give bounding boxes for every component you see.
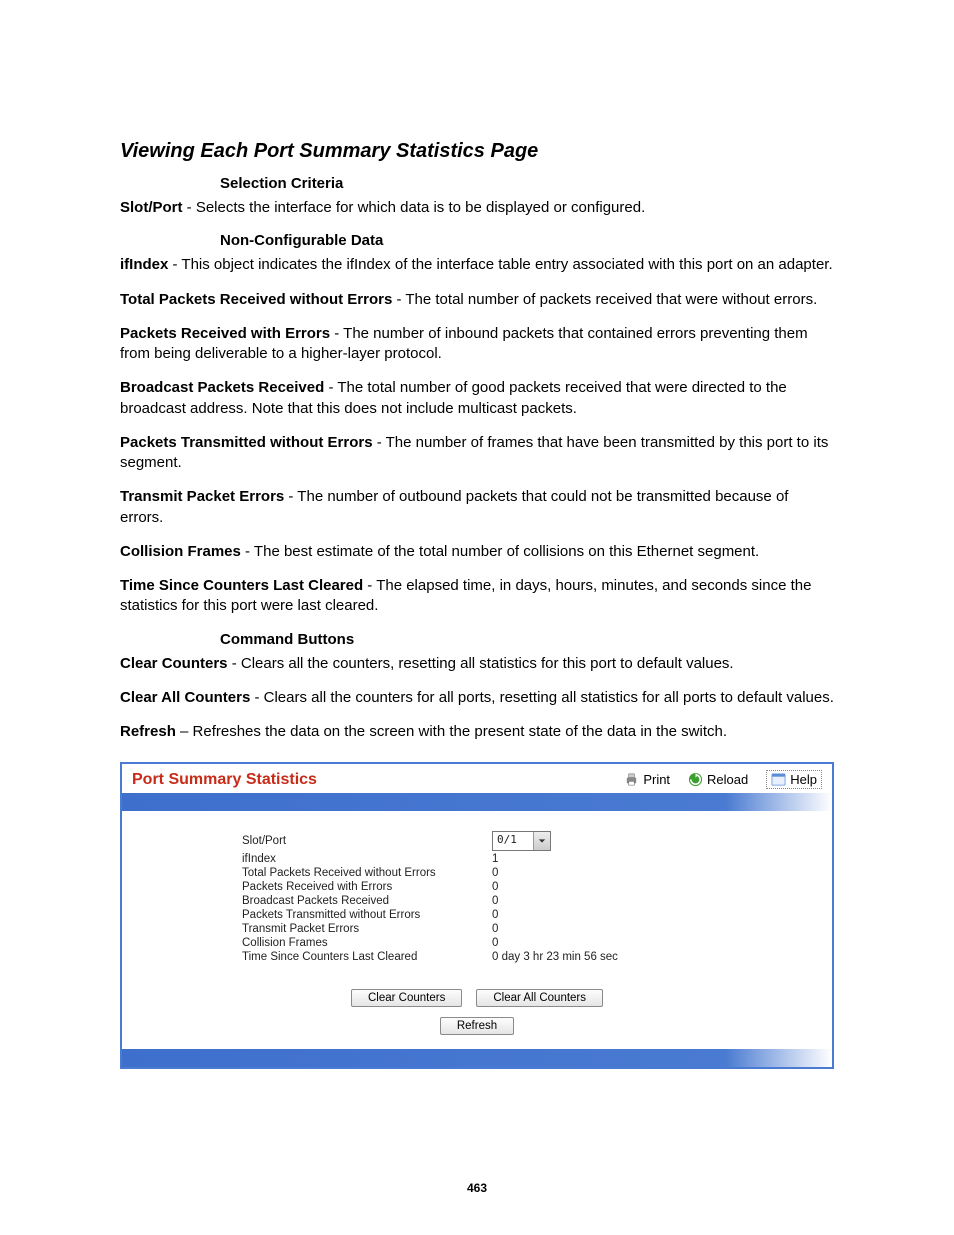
- term: Time Since Counters Last Cleared: [120, 577, 363, 594]
- panel-body: Slot/Port 0/1 ifIndex1Total Packets Rece…: [122, 811, 832, 1049]
- stat-value: 1: [492, 853, 802, 865]
- print-label: Print: [643, 772, 670, 787]
- panel-title: Port Summary Statistics: [132, 771, 624, 789]
- stat-label: Time Since Counters Last Cleared: [152, 951, 492, 963]
- def-tsc: Time Since Counters Last Cleared - The e…: [120, 576, 834, 617]
- stat-value: 0: [492, 895, 802, 907]
- section-command-buttons: Command Buttons: [220, 631, 834, 648]
- term: Packets Received with Errors: [120, 325, 330, 342]
- section-selection-criteria: Selection Criteria: [220, 175, 834, 192]
- stat-row: Broadcast Packets Received0: [152, 895, 802, 907]
- text: - The total number of packets received t…: [392, 291, 817, 308]
- slotport-label: Slot/Port: [152, 835, 492, 847]
- chevron-down-icon: [533, 832, 550, 850]
- stat-value: 0: [492, 923, 802, 935]
- help-label: Help: [790, 772, 817, 787]
- stat-row: Time Since Counters Last Cleared0 day 3 …: [152, 951, 802, 963]
- stat-label: Packets Transmitted without Errors: [152, 909, 492, 921]
- stat-value: 0: [492, 881, 802, 893]
- print-button[interactable]: Print: [624, 772, 670, 787]
- term: Clear Counters: [120, 655, 228, 672]
- term: Total Packets Received without Errors: [120, 291, 392, 308]
- clear-counters-button[interactable]: Clear Counters: [351, 989, 462, 1007]
- stat-value: 0 day 3 hr 23 min 56 sec: [492, 951, 802, 963]
- stat-value: 0: [492, 867, 802, 879]
- term: Clear All Counters: [120, 689, 250, 706]
- stat-row: Total Packets Received without Errors0: [152, 867, 802, 879]
- term: Transmit Packet Errors: [120, 488, 284, 505]
- print-icon: [624, 772, 639, 787]
- term: Collision Frames: [120, 543, 241, 560]
- stat-row: ifIndex1: [152, 853, 802, 865]
- def-refresh: Refresh – Refreshes the data on the scre…: [120, 722, 834, 742]
- section-non-configurable-data: Non-Configurable Data: [220, 232, 834, 249]
- stat-label: Collision Frames: [152, 937, 492, 949]
- stat-value: 0: [492, 909, 802, 921]
- panel-bottom-bar: [122, 1049, 832, 1067]
- text: - Selects the interface for which data i…: [183, 199, 646, 216]
- term: Slot/Port: [120, 199, 183, 216]
- def-slotport: Slot/Port - Selects the interface for wh…: [120, 198, 834, 218]
- stat-label: Packets Received with Errors: [152, 881, 492, 893]
- panel-actions: Print Reload Help: [624, 770, 822, 789]
- def-tpe: Transmit Packet Errors - The number of o…: [120, 487, 834, 528]
- stat-label: Broadcast Packets Received: [152, 895, 492, 907]
- page-title: Viewing Each Port Summary Statistics Pag…: [120, 140, 834, 163]
- help-button[interactable]: Help: [766, 770, 822, 789]
- slotport-row: Slot/Port 0/1: [152, 831, 802, 851]
- button-row-1: Clear Counters Clear All Counters: [152, 989, 802, 1007]
- def-bpr: Broadcast Packets Received - The total n…: [120, 378, 834, 419]
- def-clear-counters: Clear Counters - Clears all the counters…: [120, 654, 834, 674]
- reload-label: Reload: [707, 772, 748, 787]
- slotport-value: 0/1: [493, 832, 533, 850]
- term: Broadcast Packets Received: [120, 379, 324, 396]
- button-row-2: Refresh: [152, 1017, 802, 1035]
- def-pre: Packets Received with Errors - The numbe…: [120, 324, 834, 365]
- reload-button[interactable]: Reload: [688, 772, 748, 787]
- stat-label: ifIndex: [152, 853, 492, 865]
- panel-header: Port Summary Statistics Print Reload: [122, 764, 832, 793]
- stat-label: Transmit Packet Errors: [152, 923, 492, 935]
- term: ifIndex: [120, 256, 168, 273]
- def-tpr: Total Packets Received without Errors - …: [120, 290, 834, 310]
- stat-value: 0: [492, 937, 802, 949]
- term: Refresh: [120, 723, 176, 740]
- refresh-button[interactable]: Refresh: [440, 1017, 514, 1035]
- text: - Clears all the counters, resetting all…: [228, 655, 734, 672]
- term: Packets Transmitted without Errors: [120, 434, 373, 451]
- text: - Clears all the counters for all ports,…: [250, 689, 834, 706]
- port-summary-panel: Port Summary Statistics Print Reload: [120, 762, 834, 1069]
- text: - The best estimate of the total number …: [241, 543, 759, 560]
- stat-row: Packets Received with Errors0: [152, 881, 802, 893]
- help-icon: [771, 772, 786, 787]
- text: - This object indicates the ifIndex of t…: [168, 256, 832, 273]
- stat-row: Packets Transmitted without Errors0: [152, 909, 802, 921]
- page-number: 463: [0, 1181, 954, 1195]
- def-clear-all-counters: Clear All Counters - Clears all the coun…: [120, 688, 834, 708]
- stat-row: Transmit Packet Errors0: [152, 923, 802, 935]
- def-cf: Collision Frames - The best estimate of …: [120, 542, 834, 562]
- panel-top-bar: [122, 793, 832, 811]
- stat-label: Total Packets Received without Errors: [152, 867, 492, 879]
- def-pte: Packets Transmitted without Errors - The…: [120, 433, 834, 474]
- reload-icon: [688, 772, 703, 787]
- def-ifindex: ifIndex - This object indicates the ifIn…: [120, 255, 834, 275]
- stat-row: Collision Frames0: [152, 937, 802, 949]
- clear-all-counters-button[interactable]: Clear All Counters: [476, 989, 603, 1007]
- text: – Refreshes the data on the screen with …: [176, 723, 727, 740]
- slotport-select[interactable]: 0/1: [492, 831, 551, 851]
